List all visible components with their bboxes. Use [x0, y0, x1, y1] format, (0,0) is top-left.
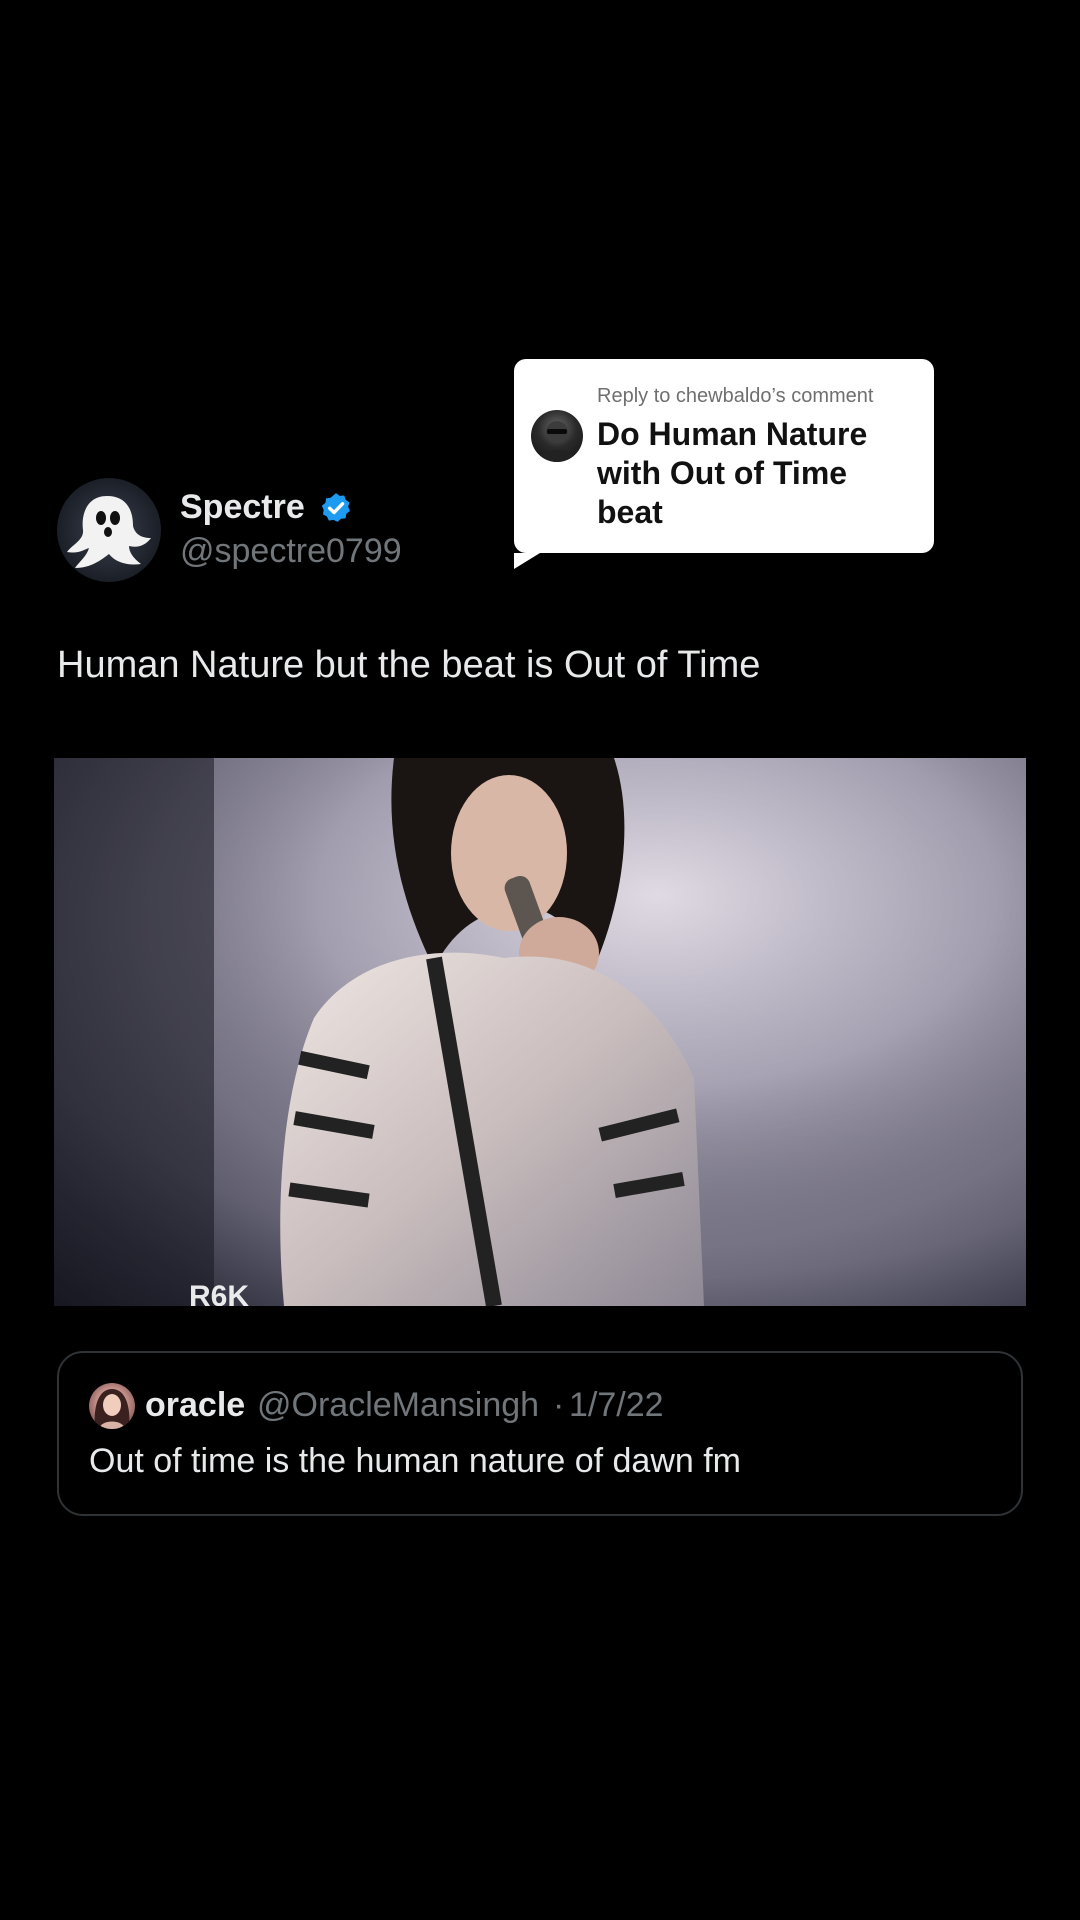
reply-to-comment-bubble[interactable]: Reply to chewbaldo’s comment Do Human Na… [514, 359, 934, 569]
reply-comment-text: Do Human Nature with Out of Time beat [597, 416, 868, 530]
bubble-tail [514, 553, 540, 569]
reply-label: Reply to chewbaldo’s comment [597, 385, 874, 407]
media-watermark: R6K [189, 1280, 249, 1306]
quoted-tweet-card[interactable]: oracle @OracleMansingh · 1/7/22 Out of t… [57, 1351, 1023, 1516]
tweet-text: Human Nature but the beat is Out of Time [57, 644, 761, 686]
author-handle[interactable]: @spectre0799 [180, 532, 402, 571]
verified-badge-icon [321, 493, 350, 522]
quote-author-avatar [89, 1383, 135, 1429]
quote-author-handle[interactable]: @OracleMansingh [257, 1386, 539, 1425]
commenter-avatar [531, 410, 583, 462]
quote-text: Out of time is the human nature of dawn … [89, 1442, 741, 1480]
author-name[interactable]: Spectre [180, 488, 305, 527]
author-avatar[interactable] [57, 478, 161, 582]
quote-author-name[interactable]: oracle [145, 1386, 245, 1425]
quote-date: 1/7/22 [569, 1386, 664, 1424]
quote-separator: · [553, 1386, 565, 1424]
tweet-video[interactable]: R6K [54, 758, 1026, 1306]
